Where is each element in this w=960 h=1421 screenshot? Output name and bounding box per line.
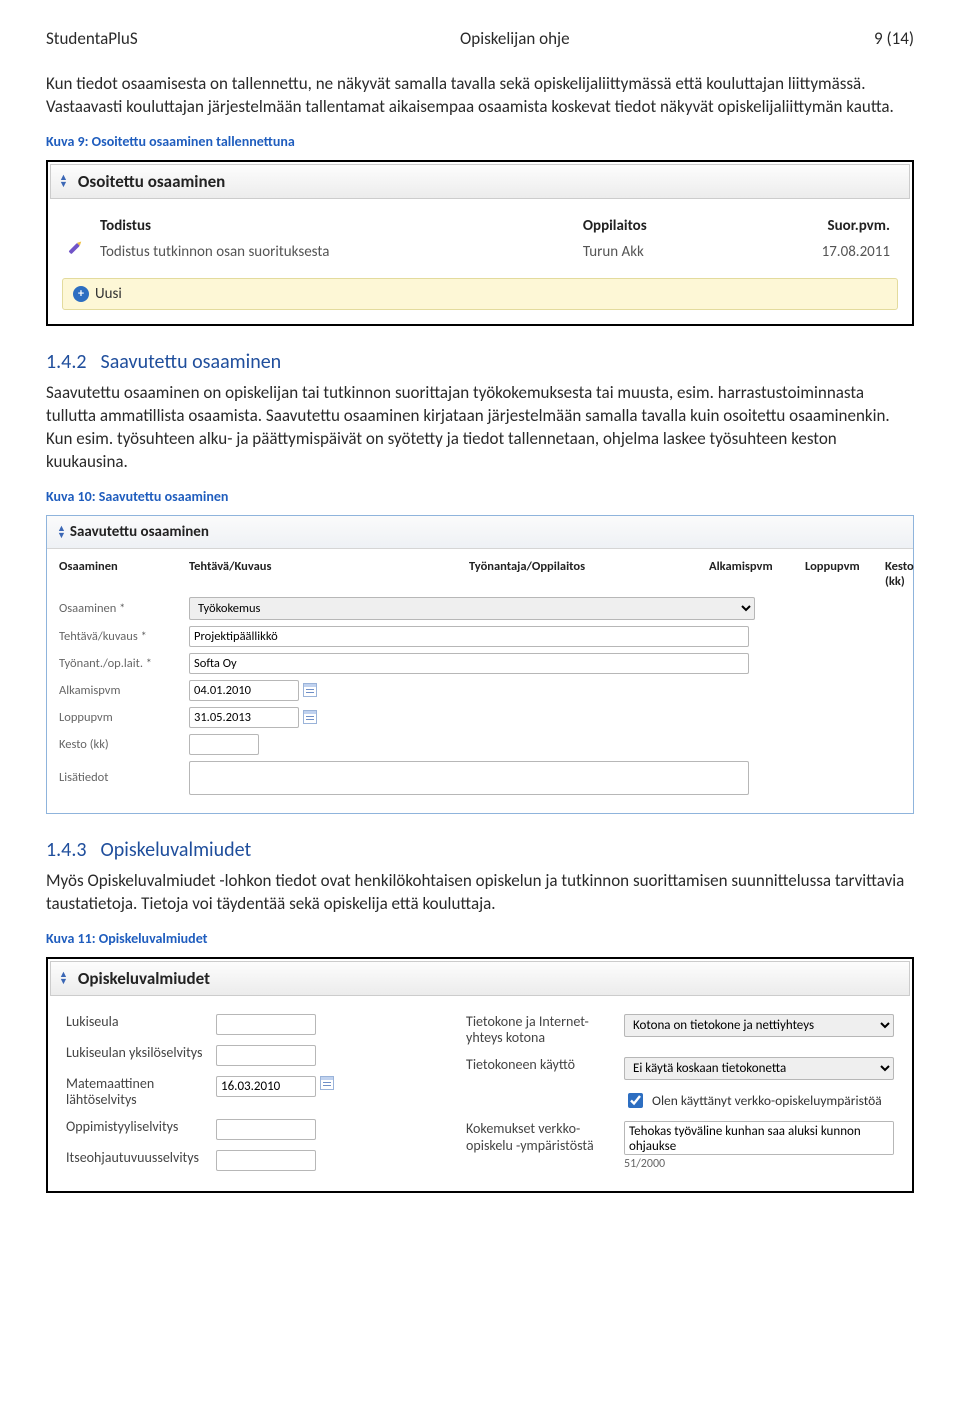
input-itseohjautuvuusselvitys[interactable] [216, 1150, 316, 1171]
panel1-title: Osoitettu osaaminen [78, 171, 225, 192]
cell-oppilaitos: Turun Akk [575, 239, 732, 266]
edit-icon[interactable] [67, 240, 87, 260]
checkbox-label: Olen käyttänyt verkko-opiskeluympäristöä [652, 1092, 882, 1109]
paragraph-3: Myös Opiskeluvalmiudet -lohkon tiedot ov… [46, 870, 914, 916]
label-kesto: Kesto (kk) [59, 737, 189, 752]
select-tietokone-internet[interactable]: Kotona on tietokone ja nettiyhteys [624, 1014, 894, 1037]
panel2-columns: Osaaminen Tehtävä/Kuvaus Työnantaja/Oppi… [47, 549, 913, 597]
panel2-form: Osaaminen * Työkokemus Tehtävä/kuvaus * … [47, 597, 913, 813]
panel1-titlebar[interactable]: ▲▼ Osoitettu osaaminen [50, 164, 910, 199]
col-oppilaitos: Oppilaitos [575, 213, 732, 239]
select-tietokoneen-kaytto[interactable]: Ei käytä koskaan tietokonetta [624, 1057, 894, 1080]
input-kesto[interactable] [189, 734, 259, 755]
label-alkamispvm: Alkamispvm [59, 683, 189, 698]
input-oppimistyyliselvitys[interactable] [216, 1119, 316, 1140]
osoitettu-osaaminen-panel: ▲▼ Osoitettu osaaminen Todistus Oppilait… [46, 160, 914, 326]
plus-icon: + [73, 286, 89, 302]
figure-caption-10: Kuva 10: Saavutettu osaaminen [46, 488, 914, 505]
heading-title: Saavutettu osaaminen [101, 350, 282, 374]
heading-num: 1.4.3 [46, 838, 87, 862]
cell-pvm: 17.08.2011 [732, 239, 898, 266]
label-lukiseulan-yksiloselvitys: Lukiseulan yksilöselvitys [66, 1045, 216, 1062]
label-matemaattinen: Matemaattinen lähtöselvitys [66, 1076, 216, 1110]
calendar-icon[interactable] [320, 1076, 334, 1090]
textarea-kokemukset[interactable]: Tehokas työväline kunhan saa aluksi kunn… [624, 1121, 894, 1155]
input-lukiseula[interactable] [216, 1014, 316, 1035]
calendar-icon[interactable] [303, 710, 317, 724]
input-alkamispvm[interactable] [189, 680, 299, 701]
select-osaaminen[interactable]: Työkokemus [189, 597, 755, 620]
label-itseohjautuvuusselvitys: Itseohjautuvuusselvitys [66, 1150, 216, 1167]
heading-1-4-2: 1.4.2 Saavutettu osaaminen [46, 350, 914, 374]
input-lukiseulan-yksiloselvitys[interactable] [216, 1045, 316, 1066]
document-header: StudentaPluS Opiskelijan ohje 9 (14) [46, 28, 914, 49]
input-matemaattinen[interactable] [216, 1076, 316, 1097]
heading-title: Opiskeluvalmiudet [101, 838, 252, 862]
paragraph-1: Kun tiedot osaamisesta on tallennettu, n… [46, 73, 914, 119]
col-suorpvm: Suor.pvm. [732, 213, 898, 239]
textarea-lisatiedot[interactable] [189, 761, 749, 795]
opiskeluvalmiudet-panel: ▲▼ Opiskeluvalmiudet Lukiseula Lukiseula… [46, 957, 914, 1194]
col-tyonantaja: Työnantaja/Oppilaitos [469, 559, 709, 589]
header-center: Opiskelijan ohje [460, 28, 874, 49]
col-kesto: Kesto (kk) [885, 559, 914, 589]
heading-num: 1.4.2 [46, 350, 87, 374]
label-osaaminen: Osaaminen * [59, 601, 189, 616]
saavutettu-osaaminen-panel: ▲▼ Saavutettu osaaminen Osaaminen Tehtäv… [46, 515, 914, 814]
label-kokemukset: Kokemukset verkko-opiskelu -ympäristöstä [466, 1121, 624, 1155]
panel2-titlebar[interactable]: ▲▼ Saavutettu osaaminen [47, 516, 913, 549]
col-osaaminen: Osaaminen [59, 559, 189, 589]
uusi-label: Uusi [95, 285, 122, 303]
char-counter: 51/2000 [624, 1157, 894, 1171]
sort-icon[interactable]: ▲▼ [59, 174, 68, 188]
paragraph-2: Saavutettu osaaminen on opiskelijan tai … [46, 382, 914, 474]
col-tehtava: Tehtävä/Kuvaus [189, 559, 469, 589]
uusi-button[interactable]: + Uusi [62, 278, 898, 310]
input-tyonantaja[interactable] [189, 653, 749, 674]
figure-caption-9: Kuva 9: Osoitettu osaaminen tallennettun… [46, 133, 914, 150]
header-right: 9 (14) [874, 28, 914, 49]
panel2-title: Saavutettu osaaminen [70, 523, 209, 541]
table-row: Todistus tutkinnon osan suorituksesta Tu… [62, 239, 898, 266]
osoitettu-table: Todistus Oppilaitos Suor.pvm. Todistus t… [62, 213, 898, 266]
label-lisatiedot: Lisätiedot [59, 770, 189, 785]
heading-1-4-3: 1.4.3 Opiskeluvalmiudet [46, 838, 914, 862]
sort-icon[interactable]: ▲▼ [57, 525, 66, 539]
label-tehtava: Tehtävä/kuvaus * [59, 629, 189, 644]
label-oppimistyyliselvitys: Oppimistyyliselvitys [66, 1119, 216, 1136]
col-todistus: Todistus [92, 213, 575, 239]
figure-caption-11: Kuva 11: Opiskeluvalmiudet [46, 930, 914, 947]
input-loppupvm[interactable] [189, 707, 299, 728]
panel3-titlebar[interactable]: ▲▼ Opiskeluvalmiudet [50, 961, 910, 996]
col-alkamispvm: Alkamispvm [709, 559, 805, 589]
checkbox-verkko-opiskelu[interactable] [628, 1093, 643, 1108]
cell-todistus: Todistus tutkinnon osan suorituksesta [92, 239, 575, 266]
label-tietokone-internet: Tietokone ja Internet-yhteys kotona [466, 1014, 624, 1048]
label-tietokoneen-kaytto: Tietokoneen käyttö [466, 1057, 624, 1074]
label-tyonantaja: Työnant./op.lait. * [59, 656, 189, 671]
sort-icon[interactable]: ▲▼ [59, 971, 68, 985]
panel3-title: Opiskeluvalmiudet [78, 968, 210, 989]
header-left: StudentaPluS [46, 28, 460, 49]
label-lukiseula: Lukiseula [66, 1014, 216, 1031]
input-tehtava[interactable] [189, 626, 749, 647]
label-loppupvm: Loppupvm [59, 710, 189, 725]
col-loppupvm: Loppupvm [805, 559, 885, 589]
calendar-icon[interactable] [303, 683, 317, 697]
